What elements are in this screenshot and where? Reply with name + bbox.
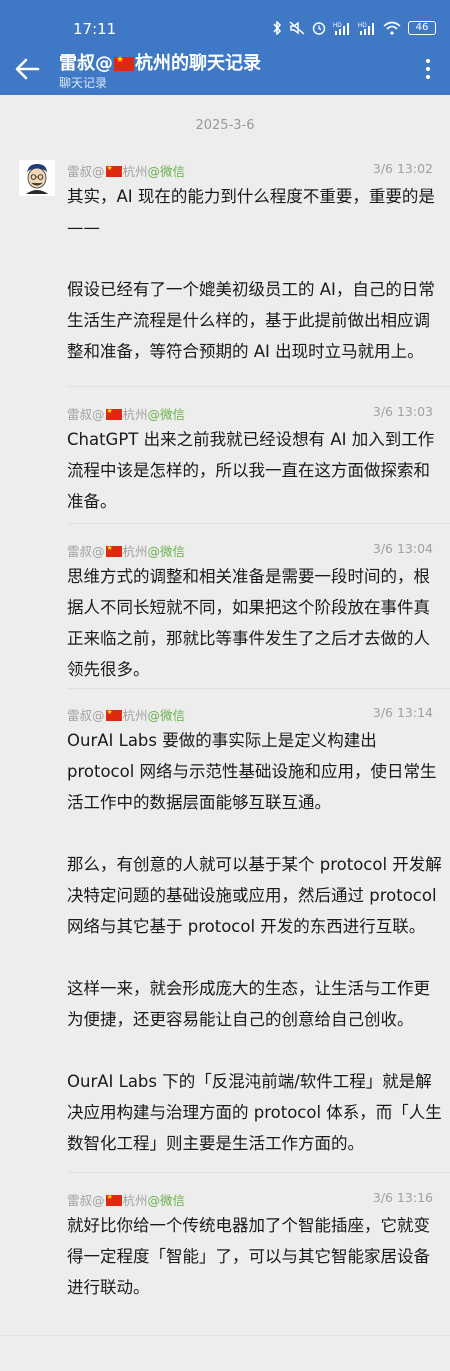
sender-name: 雷叔@杭州@微信 [67, 404, 185, 423]
bottom-divider [0, 1335, 450, 1336]
chat-message: 雷叔@杭州@微信 3/6 13:03 ChatGPT 出来之前我就已经设想有 A… [67, 404, 442, 517]
message-body: ChatGPT 出来之前我就已经设想有 AI 加入到工作流程中该是怎样的，所以我… [67, 424, 442, 517]
message-paragraph: 那么，有创意的人就可以基于某个 protocol 开发解决特定问题的基础设施或应… [67, 855, 442, 936]
chat-message: 雷叔@杭州@微信 3/6 13:02 其实，AI 现在的能力到什么程度不重要，重… [67, 161, 442, 367]
message-meta: 雷叔@杭州@微信 3/6 13:16 [67, 1190, 442, 1208]
signal-hd-icon: HD [358, 23, 374, 35]
message-paragraph: OurAI Labs 要做的事实际上是定义构建出 protocol 网络与示范性… [67, 731, 437, 812]
china-flag-icon [105, 164, 122, 177]
svg-text:HD: HD [333, 23, 342, 29]
more-options-icon[interactable] [418, 55, 438, 83]
chat-message: 雷叔@杭州@微信 3/6 13:16 就好比你给一个传统电器加了个智能插座，它就… [67, 1190, 442, 1303]
message-time: 3/6 13:03 [372, 404, 433, 419]
message-meta: 雷叔@杭州@微信 3/6 13:14 [67, 705, 442, 723]
app-header: 17:11 HD HD 46 雷叔@ 杭州的聊天记录 聊天记录 [0, 0, 450, 95]
message-body: OurAI Labs 要做的事实际上是定义构建出 protocol 网络与示范性… [67, 725, 442, 1159]
status-time: 17:11 [73, 20, 117, 38]
title-prefix: 雷叔@ [59, 53, 113, 74]
message-divider [67, 386, 450, 387]
china-flag-icon [105, 544, 122, 557]
wifi-icon [383, 21, 401, 35]
message-time: 3/6 13:02 [372, 161, 433, 176]
status-bar: 17:11 HD HD 46 [0, 0, 450, 40]
svg-text:HD: HD [358, 23, 367, 29]
china-flag-icon [105, 1193, 122, 1206]
signal-hd-icon: HD [333, 23, 349, 35]
message-divider [67, 523, 450, 524]
bluetooth-icon [273, 21, 282, 35]
message-meta: 雷叔@杭州@微信 3/6 13:04 [67, 541, 442, 559]
sender-name: 雷叔@杭州@微信 [67, 541, 185, 560]
message-body: 就好比你给一个传统电器加了个智能插座，它就变得一定程度「智能」了，可以与其它智能… [67, 1210, 442, 1303]
message-paragraph: 假设已经有了一个媲美初级员工的 AI，自己的日常生活生产流程是什么样的，基于此提… [67, 280, 435, 361]
message-paragraph: OurAI Labs 下的「反混沌前端/软件工程」就是解决应用构建与治理方面的 … [67, 1072, 442, 1153]
message-meta: 雷叔@杭州@微信 3/6 13:03 [67, 404, 442, 422]
chat-message: 雷叔@杭州@微信 3/6 13:14 OurAI Labs 要做的事实际上是定义… [67, 705, 442, 1159]
back-arrow-icon[interactable] [12, 54, 42, 84]
date-separator: 2025-3-6 [195, 118, 255, 133]
page-title: 雷叔@ 杭州的聊天记录 [59, 49, 261, 75]
chat-message: 雷叔@杭州@微信 3/6 13:04 思维方式的调整和相关准备是需要一段时间的，… [67, 541, 442, 685]
page-subtitle: 聊天记录 [59, 76, 108, 90]
china-flag-icon [105, 407, 122, 420]
status-icons: HD HD 46 [272, 21, 436, 35]
message-divider [67, 1172, 450, 1173]
message-paragraph: 就好比你给一个传统电器加了个智能插座，它就变得一定程度「智能」了，可以与其它智能… [67, 1216, 430, 1297]
message-time: 3/6 13:04 [372, 541, 433, 556]
message-paragraph: 思维方式的调整和相关准备是需要一段时间的，根据人不同长短就不同，如果把这个阶段放… [67, 567, 430, 679]
message-time: 3/6 13:16 [372, 1190, 433, 1205]
title-suffix: 杭州的聊天记录 [135, 53, 261, 74]
china-flag-icon [114, 55, 134, 71]
battery-icon: 46 [408, 21, 436, 35]
sender-name: 雷叔@杭州@微信 [67, 705, 185, 724]
sender-name: 雷叔@杭州@微信 [67, 1190, 185, 1209]
avatar[interactable] [19, 160, 55, 196]
sender-name: 雷叔@杭州@微信 [67, 161, 185, 180]
message-meta: 雷叔@杭州@微信 3/6 13:02 [67, 161, 442, 179]
message-paragraph: 这样一来，就会形成庞大的生态，让生活与工作更为便捷，还更容易能让自己的创意给自己… [67, 979, 430, 1029]
message-body: 其实，AI 现在的能力到什么程度不重要，重要的是—— 假设已经有了一个媲美初级员… [67, 181, 442, 367]
message-divider [67, 688, 450, 689]
message-body: 思维方式的调整和相关准备是需要一段时间的，根据人不同长短就不同，如果把这个阶段放… [67, 561, 442, 685]
message-paragraph: 其实，AI 现在的能力到什么程度不重要，重要的是—— [67, 187, 435, 237]
message-paragraph: ChatGPT 出来之前我就已经设想有 AI 加入到工作流程中该是怎样的，所以我… [67, 430, 435, 511]
china-flag-icon [105, 708, 122, 721]
message-time: 3/6 13:14 [372, 705, 433, 720]
mute-icon [289, 21, 305, 35]
alarm-icon [312, 22, 326, 35]
